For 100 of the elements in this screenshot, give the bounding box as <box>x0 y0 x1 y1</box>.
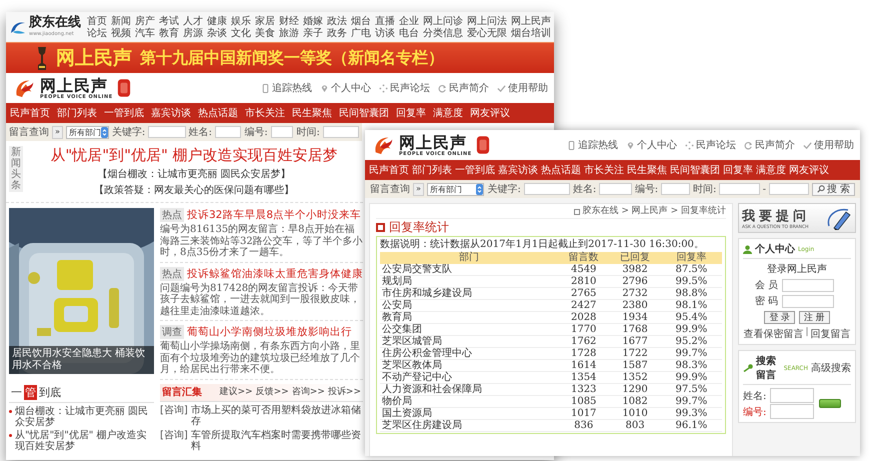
nav-link[interactable]: 民声首页 <box>10 106 50 120</box>
message-link[interactable]: 市场上买的菜可否用塑料袋放进冰箱储存 <box>190 404 363 426</box>
nav-link[interactable]: 热点话题 <box>198 106 238 120</box>
portal-nav-link[interactable]: 房产 <box>135 16 155 26</box>
nav-link[interactable]: 部门列表 <box>57 106 97 120</box>
portal-nav-link[interactable]: 教育 <box>159 28 179 38</box>
portal-nav-link[interactable]: 考试 <box>159 16 179 26</box>
nav-link[interactable]: 热点话题 <box>541 163 581 177</box>
portal-nav-link[interactable]: 新闻 <box>111 16 131 26</box>
portal-nav-link[interactable]: 首页 <box>87 16 107 26</box>
portal-nav-link[interactable]: 网上民声 <box>511 16 551 26</box>
nav-link[interactable]: 一管到底 <box>455 163 495 177</box>
portal-nav-link[interactable]: 访谈 <box>375 28 395 38</box>
portal-nav-link[interactable]: 政法 <box>327 16 347 26</box>
portal-nav-link[interactable]: 分类信息 <box>423 28 463 38</box>
portal-nav-link[interactable]: 爱心无限 <box>467 28 507 38</box>
category-link[interactable]: 反馈>> <box>256 385 289 398</box>
input-field[interactable] <box>770 388 814 403</box>
nav-link[interactable]: 民间智囊团 <box>670 163 720 177</box>
nav-link[interactable]: 回复率 <box>723 163 753 177</box>
portal-nav-link[interactable]: 企业 <box>399 16 419 26</box>
expand-button[interactable]: » <box>413 182 424 196</box>
nav-link[interactable]: 网友评议 <box>470 106 510 120</box>
header-link[interactable]: 使用帮助 <box>803 138 854 152</box>
section-link[interactable]: 烟台棚改：让城市更亮丽 圆民众安居梦 <box>15 406 154 428</box>
nav-link[interactable]: 网友评议 <box>789 163 829 177</box>
header-link[interactable]: 民声论坛 <box>685 138 736 152</box>
portal-nav-link[interactable]: 房源 <box>183 28 203 38</box>
portal-nav-link[interactable]: 烟台培训 <box>511 28 551 38</box>
header-link[interactable]: 民声简介 <box>438 81 489 95</box>
portal-nav-link[interactable]: 烟台 <box>351 16 371 26</box>
input-field[interactable] <box>270 126 294 138</box>
form-button[interactable]: 登 录 <box>764 311 795 324</box>
portal-nav-link[interactable]: 广电 <box>351 28 371 38</box>
input-field[interactable] <box>782 294 834 308</box>
input-field[interactable] <box>661 183 690 195</box>
portal-nav-link[interactable]: 财经 <box>279 16 299 26</box>
portal-nav-link[interactable]: 电台 <box>399 28 419 38</box>
input-field[interactable] <box>768 183 810 195</box>
portal-nav-link[interactable]: 亲子 <box>303 28 323 38</box>
portal-nav-link[interactable]: 政务 <box>327 28 347 38</box>
nav-link[interactable]: 满意度 <box>433 106 463 120</box>
news-title[interactable]: 投诉鲸鲨馆油漆味太重危害身体健康 <box>187 266 363 280</box>
panel-link[interactable]: 查看保密留言 <box>743 327 804 341</box>
input-field[interactable] <box>599 183 632 195</box>
header-link[interactable]: 民声论坛 <box>379 81 430 95</box>
portal-nav-link[interactable]: 直播 <box>375 16 395 26</box>
input-field[interactable] <box>782 278 834 292</box>
portal-nav-link[interactable]: 论坛 <box>87 28 107 38</box>
header-link[interactable]: 个人中心 <box>626 138 677 152</box>
portal-nav-link[interactable]: 健康 <box>207 16 227 26</box>
portal-nav-link[interactable]: 杂谈 <box>207 28 227 38</box>
category-link[interactable]: 投诉>> <box>328 385 361 398</box>
nav-link[interactable]: 一管到底 <box>104 106 144 120</box>
portal-nav-link[interactable]: 娱乐 <box>231 16 251 26</box>
category-link[interactable]: 建议>> <box>220 385 253 398</box>
nav-link[interactable]: 民间智囊团 <box>339 106 389 120</box>
input-field[interactable] <box>524 183 570 195</box>
news-title[interactable]: 投诉32路车早晨8点半个小时没来车 <box>187 208 362 222</box>
headline-title[interactable]: 从"忧居"到"优居" 棚户改造实现百姓安居梦 <box>50 146 338 165</box>
portal-nav-link[interactable]: 网上问法 <box>467 16 507 26</box>
portal-nav-link[interactable]: 美食 <box>255 28 275 38</box>
portal-nav-link[interactable]: 文化 <box>231 28 251 38</box>
headline-link[interactable]: 【政策答疑：网友最关心的医保问题有哪些】 <box>94 183 294 197</box>
panel-link[interactable]: 回复留言 <box>810 327 851 341</box>
message-link[interactable]: 车管所提取汽车档案时需要携带哪些资料 <box>190 430 363 452</box>
header-link[interactable]: 个人中心 <box>320 81 371 95</box>
nav-link[interactable]: 市长关注 <box>245 106 285 120</box>
nav-link[interactable]: 嘉宾访谈 <box>498 163 538 177</box>
portal-nav-link[interactable]: 家居 <box>255 16 275 26</box>
nav-link[interactable]: 回复率 <box>396 106 426 120</box>
nav-link[interactable]: 民生聚焦 <box>292 106 332 120</box>
nav-link[interactable]: 民声首页 <box>369 163 409 177</box>
header-link[interactable]: 使用帮助 <box>497 81 548 95</box>
portal-nav-link[interactable]: 网上问诊 <box>423 16 463 26</box>
portal-nav-link[interactable]: 婚嫁 <box>303 16 323 26</box>
portal-nav-link[interactable]: 旅游 <box>279 28 299 38</box>
department-dropdown[interactable]: 所有部门 <box>66 126 109 138</box>
advanced-search-link[interactable]: 高级搜索 <box>811 361 851 375</box>
expand-button[interactable]: » <box>52 126 63 138</box>
input-field[interactable] <box>215 126 242 138</box>
form-button[interactable]: 注 册 <box>799 311 830 324</box>
input-field[interactable] <box>148 126 186 138</box>
nav-link[interactable]: 满意度 <box>756 163 786 177</box>
header-link[interactable]: 民声简介 <box>744 138 795 152</box>
header-link[interactable]: 追踪热线 <box>567 138 618 152</box>
headline-link[interactable]: 【烟台棚改：让城市更亮丽 圆民众安居梦】 <box>97 167 291 181</box>
input-field[interactable] <box>322 126 359 138</box>
header-link[interactable]: 追踪热线 <box>261 81 312 95</box>
nav-link[interactable]: 民生聚焦 <box>627 163 667 177</box>
input-field[interactable] <box>770 404 814 419</box>
portal-nav-link[interactable]: 汽车 <box>135 28 155 38</box>
search-button[interactable]: 搜 索 <box>812 182 855 196</box>
news-title[interactable]: 葡萄山小学南侧垃圾堆放影响出行 <box>187 325 352 339</box>
nav-link[interactable]: 部门列表 <box>412 163 452 177</box>
nav-link[interactable]: 市长关注 <box>584 163 624 177</box>
category-link[interactable]: 咨询>> <box>292 385 325 398</box>
portal-nav-link[interactable]: 视频 <box>111 28 131 38</box>
section-link[interactable]: 从"忧居"到"优居" 棚户改造实现百姓安居梦 <box>15 430 154 452</box>
department-dropdown[interactable]: 所有部门 <box>426 182 484 196</box>
